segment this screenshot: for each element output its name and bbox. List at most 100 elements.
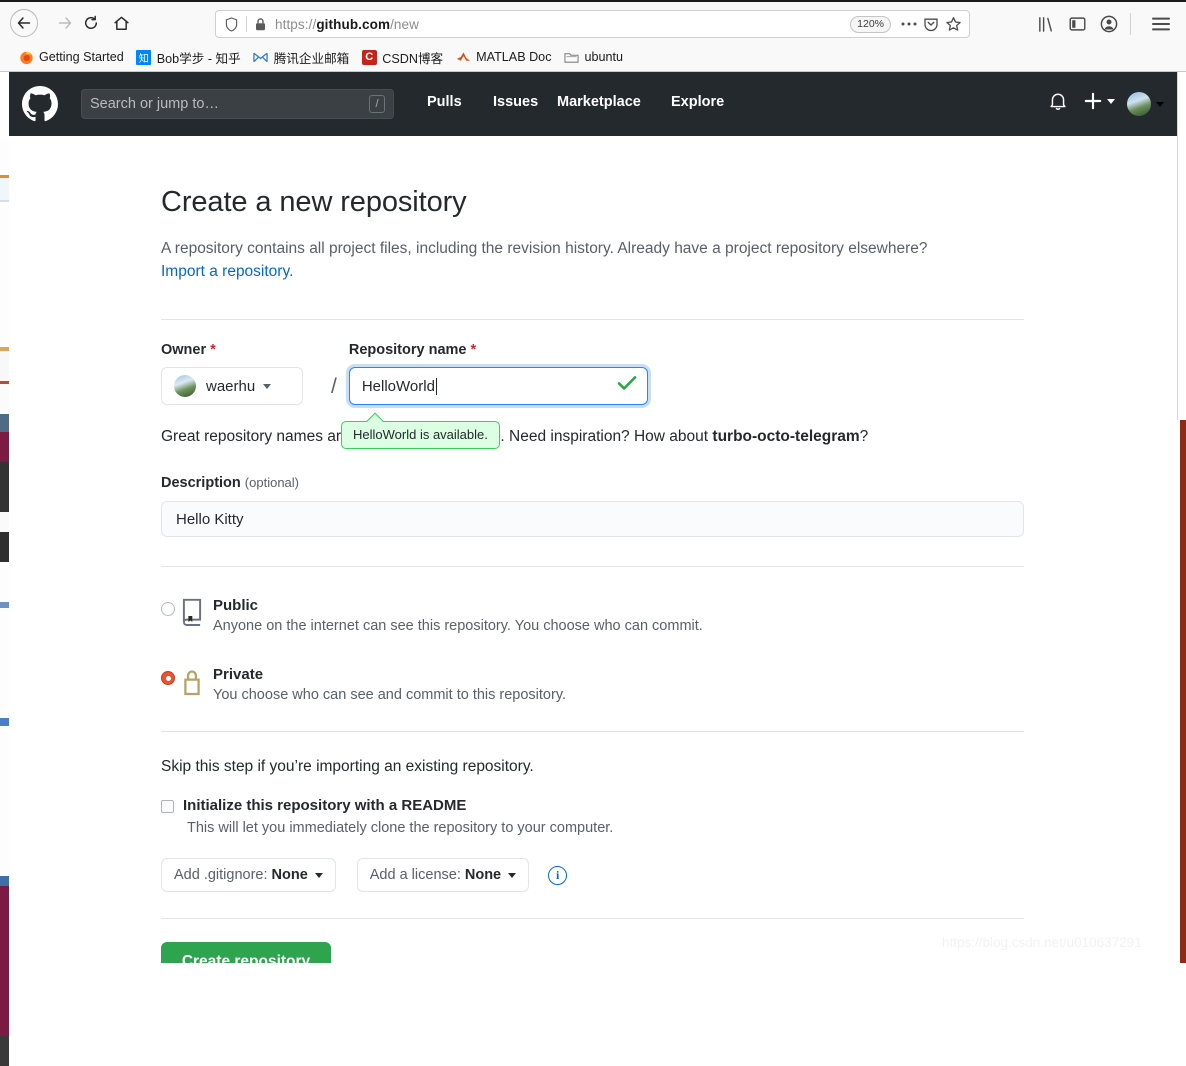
forward-button[interactable]: [52, 10, 78, 36]
home-button[interactable]: [108, 10, 134, 36]
visibility-options: Public Anyone on the internet can see th…: [161, 597, 1026, 703]
page-content: Create a new repository A repository con…: [9, 136, 1177, 963]
url-text[interactable]: https://github.com/new: [275, 17, 850, 32]
info-icon[interactable]: i: [548, 865, 568, 885]
bell-icon[interactable]: [1049, 92, 1071, 116]
home-icon: [113, 16, 129, 30]
extra-options-row: Add .gitignore: None Add a license: None…: [161, 858, 1026, 893]
readme-text: Initialize this repository with a README: [174, 797, 466, 814]
radio-private[interactable]: [161, 671, 175, 686]
background-window-sliver-left: [0, 140, 9, 1066]
required-marker: *: [470, 342, 477, 359]
public-title: Public: [213, 597, 259, 615]
reload-button[interactable]: [78, 10, 104, 36]
firefox-icon: [18, 49, 34, 65]
owner-and-name-row: Owner * waerhu / Repository name * Hello…: [161, 342, 1026, 406]
divider: [161, 566, 1024, 568]
license-label: Add a license:: [369, 867, 461, 884]
bookmark-tencent-mail[interactable]: 腾讯企业邮箱: [247, 46, 356, 68]
user-menu[interactable]: [1127, 92, 1164, 116]
private-description: You choose who can see and commit to thi…: [213, 687, 567, 704]
nav-explore[interactable]: Explore: [671, 94, 724, 110]
account-button[interactable]: [1096, 11, 1122, 37]
ellipsis-icon[interactable]: [899, 14, 919, 34]
gitignore-dropdown-button[interactable]: Add .gitignore: None: [161, 858, 336, 893]
star-icon[interactable]: [943, 14, 963, 34]
zoom-level-badge[interactable]: 120%: [850, 15, 891, 33]
text-cursor: [435, 377, 437, 395]
nav-pulls[interactable]: Pulls: [427, 94, 462, 110]
pocket-icon[interactable]: [921, 14, 941, 34]
license-value: None: [464, 867, 502, 884]
page-subtitle: A repository contains all project files,…: [161, 238, 1026, 283]
nav-issues[interactable]: Issues: [493, 94, 538, 110]
bookmark-getting-started[interactable]: Getting Started: [12, 46, 130, 68]
shield-icon[interactable]: [222, 15, 240, 33]
visibility-option-public[interactable]: Public Anyone on the internet can see th…: [161, 597, 1026, 634]
chevron-down-icon: [263, 383, 272, 389]
bookmark-matlab-doc[interactable]: MATLAB Doc: [449, 46, 557, 68]
repository-name-input[interactable]: HelloWorld: [348, 367, 648, 406]
owner-name: waerhu: [206, 377, 256, 395]
skip-step-text: Skip this step if you’re importing an ex…: [161, 758, 534, 776]
plus-icon: [1084, 92, 1102, 110]
description-input[interactable]: Hello Kitty: [161, 501, 1024, 538]
chevron-down-icon: [1156, 101, 1164, 107]
bookmark-csdn[interactable]: C CSDN博客: [355, 46, 449, 68]
bookmark-label: CSDN博客: [382, 51, 444, 66]
chevron-down-icon: [314, 872, 323, 878]
availability-tooltip: HelloWorld is available.: [341, 421, 500, 450]
repository-name-hint: Great repository names are short and mem…: [161, 421, 1026, 450]
radio-public[interactable]: [161, 602, 175, 617]
watermark: https://blog.csdn.net/u010637291: [942, 935, 1142, 950]
background-window-sliver-right: [1180, 420, 1186, 963]
url-bar[interactable]: https://github.com/new 120%: [215, 10, 970, 38]
visibility-option-private[interactable]: Private You choose who can see and commi…: [161, 666, 1026, 703]
github-mark-icon[interactable]: [22, 86, 58, 122]
bookmark-zhihu[interactable]: 知 Bob学步 - 知乎: [130, 46, 247, 68]
hamburger-menu-icon[interactable]: [1148, 11, 1174, 37]
forward-arrow-icon: [58, 17, 72, 29]
sidebar-button[interactable]: [1064, 11, 1090, 37]
repo-book-icon: [175, 598, 209, 628]
public-text: Public Anyone on the internet can see th…: [213, 597, 703, 634]
create-repository-button[interactable]: Create repository: [161, 942, 331, 963]
bookmark-label: 腾讯企业邮箱: [273, 51, 350, 66]
library-button[interactable]: [1032, 11, 1058, 37]
bookmark-ubuntu-folder[interactable]: ubuntu: [558, 46, 630, 68]
avatar: [1127, 92, 1151, 116]
browser-chrome: https://github.com/new 120% Getting Star…: [0, 0, 1186, 72]
readme-title: Initialize this repository with a README: [183, 797, 467, 815]
reload-arrow-icon: [84, 15, 98, 29]
readme-option[interactable]: Initialize this repository with a README: [161, 797, 1026, 814]
padlock-icon[interactable]: [253, 17, 267, 31]
private-title: Private: [213, 666, 264, 684]
bookmark-label: Getting Started: [39, 50, 124, 64]
repository-name-value: HelloWorld: [361, 377, 435, 395]
import-repository-link[interactable]: Import a repository.: [161, 263, 293, 280]
toolbar-divider: [1130, 13, 1131, 35]
required-marker: *: [210, 342, 216, 359]
chevron-down-icon: [508, 872, 517, 878]
create-new-menu[interactable]: [1084, 92, 1115, 110]
divider: [161, 731, 1024, 733]
description-label: Description (optional): [161, 475, 1026, 491]
divider: [161, 918, 1024, 920]
suggested-repo-name: turbo-octo-telegram: [712, 428, 860, 446]
back-arrow-icon: [17, 17, 31, 29]
nav-marketplace[interactable]: Marketplace: [557, 94, 641, 110]
urlbar-divider: [246, 16, 247, 32]
search-placeholder: Search or jump to…: [90, 96, 219, 112]
hint-suffix: ?: [859, 428, 869, 446]
bookmark-label: Bob学步 - 知乎: [156, 51, 241, 66]
matlab-icon: [455, 49, 471, 65]
back-button[interactable]: [10, 9, 38, 37]
search-input[interactable]: Search or jump to… /: [81, 89, 394, 119]
page-subtitle-text: A repository contains all project files,…: [161, 240, 928, 258]
chevron-down-icon: [1107, 98, 1115, 104]
license-dropdown-button[interactable]: Add a license: None: [356, 858, 530, 893]
readme-checkbox[interactable]: [161, 800, 174, 814]
owner-dropdown-button[interactable]: waerhu: [161, 367, 303, 406]
tencent-mail-icon: [253, 49, 269, 65]
bookmark-label: MATLAB Doc: [476, 50, 552, 64]
